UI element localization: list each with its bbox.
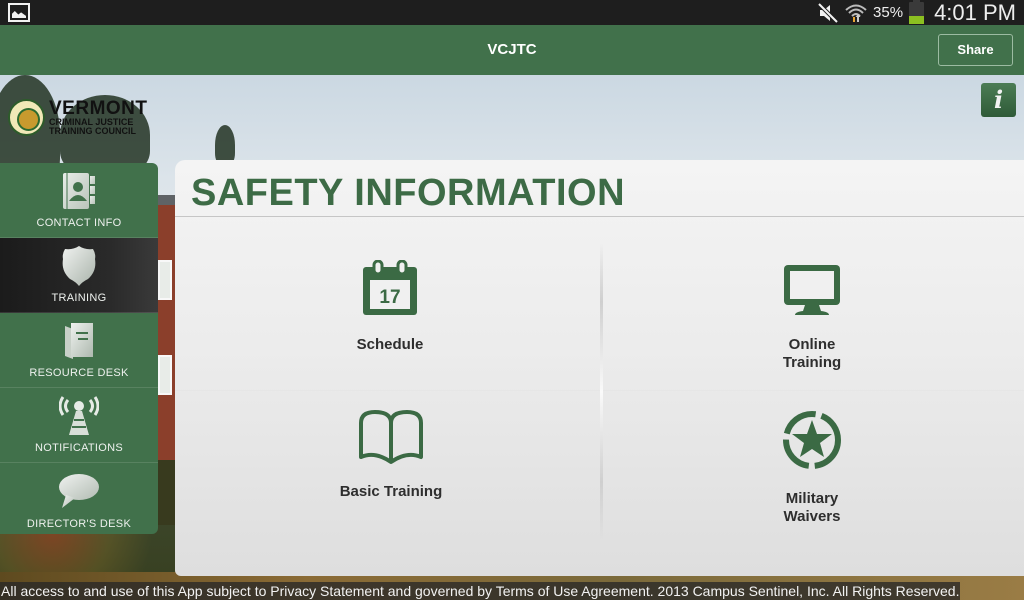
tile-label: Schedule [356, 336, 424, 353]
sidebar-item-label: DIRECTOR'S DESK [26, 518, 132, 530]
sidebar-nav: CONTACT INFO TRAINING RESOURCE DESK NOTI… [0, 163, 158, 534]
broadcast-tower-icon [0, 396, 158, 436]
tile-military-waivers[interactable]: Military Waivers [662, 410, 962, 550]
tile-label: Online Training [782, 336, 842, 371]
house-window [158, 260, 172, 300]
tile-label: Military Waivers [783, 490, 841, 525]
action-bar: VCJTC Share [0, 25, 1024, 75]
title-divider [175, 216, 1024, 217]
gallery-icon [8, 3, 30, 22]
sidebar-item-contact-info[interactable]: CONTACT INFO [0, 163, 158, 238]
tile-online-training[interactable]: Online Training [662, 260, 962, 400]
house-window [158, 355, 172, 395]
status-icons: 35% 4:01 PM [817, 0, 1016, 25]
sidebar-item-directors-desk[interactable]: DIRECTOR'S DESK [0, 463, 158, 534]
calendar-day: 17 [379, 287, 400, 308]
calendar-icon: 17 [240, 258, 540, 318]
speech-bubble-icon [0, 471, 158, 511]
address-book-icon [0, 171, 158, 211]
badge-shield-icon [0, 246, 158, 286]
vcjtc-logo: VERMONT CRIMINAL JUSTICE TRAINING COUNCI… [8, 97, 148, 137]
wifi-icon [845, 3, 867, 23]
sidebar-item-label: RESOURCE DESK [29, 367, 129, 379]
info-button[interactable]: i [981, 83, 1016, 117]
battery-icon [909, 0, 925, 24]
star-circle-icon [662, 410, 962, 470]
document-icon [0, 321, 158, 361]
battery-level-fill [909, 15, 925, 24]
sidebar-item-label: NOTIFICATIONS [34, 442, 124, 454]
status-bar: 35% 4:01 PM [0, 0, 1024, 25]
mute-icon [817, 2, 839, 23]
open-book-icon [241, 407, 541, 467]
logo-title: VERMONT [49, 97, 148, 119]
state-seal-icon [8, 98, 45, 136]
page-title: SAFETY INFORMATION [191, 172, 626, 214]
safety-information-panel: SAFETY INFORMATION 17 Schedule Online Tra… [175, 160, 1024, 576]
sidebar-item-training[interactable]: TRAINING [0, 238, 158, 313]
app-title: VCJTC [487, 41, 537, 58]
sidebar-item-label: TRAINING [51, 292, 107, 304]
sidebar-item-notifications[interactable]: NOTIFICATIONS [0, 388, 158, 463]
battery-percent: 35% [873, 4, 904, 21]
sidebar-item-resource-desk[interactable]: RESOURCE DESK [0, 313, 158, 388]
sidebar-item-label: CONTACT INFO [36, 217, 122, 229]
clock: 4:01 PM [934, 0, 1016, 25]
column-divider [600, 242, 603, 542]
tile-schedule[interactable]: 17 Schedule [240, 258, 540, 398]
tile-basic-training[interactable]: Basic Training [241, 407, 541, 547]
tree-decoration [215, 125, 235, 165]
legal-footer: All access to and use of this App subjec… [0, 582, 961, 600]
tile-label: Basic Training [339, 483, 443, 500]
share-button[interactable]: Share [938, 34, 1013, 66]
logo-subtitle-2: TRAINING COUNCIL [49, 125, 136, 136]
info-icon: i [993, 85, 1004, 114]
monitor-icon [662, 260, 962, 320]
